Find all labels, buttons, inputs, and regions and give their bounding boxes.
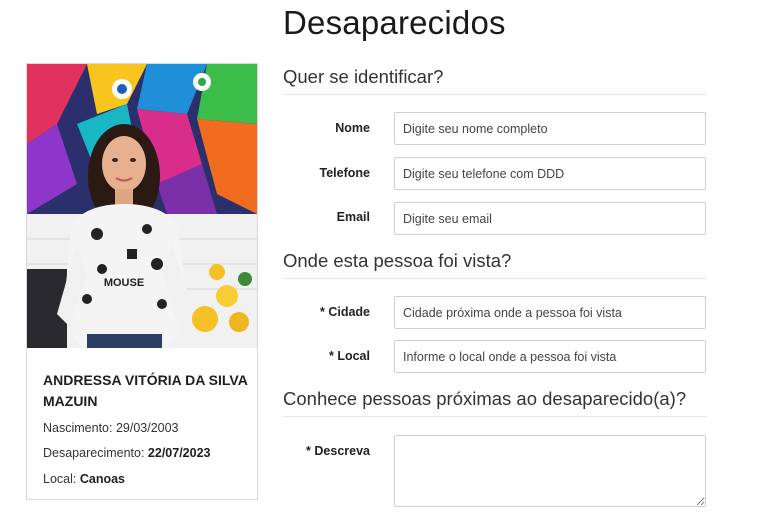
- section-identify-title: Quer se identificar?: [283, 66, 707, 95]
- cidade-input[interactable]: [394, 296, 706, 329]
- nome-input[interactable]: [394, 112, 706, 145]
- birth-label: Nascimento:: [43, 421, 116, 435]
- descreva-label: * Descreva: [306, 444, 370, 458]
- person-photo: MOUSE: [27, 64, 257, 348]
- email-input[interactable]: [394, 202, 706, 235]
- missing-person-card: MOUSE ANDRESSA VITÓRIA DA SILVA MAZUIN N…: [26, 63, 258, 500]
- descreva-textarea[interactable]: [394, 435, 706, 507]
- section-seen-title: Onde esta pessoa foi vista?: [283, 250, 707, 279]
- telefone-label: Telefone: [319, 166, 370, 180]
- local-label: Local:: [43, 472, 80, 486]
- sweater-print: MOUSE: [104, 277, 144, 289]
- missing-value: 22/07/2023: [147, 446, 211, 460]
- email-label: Email: [336, 210, 370, 224]
- local-value: Canoas: [79, 472, 125, 486]
- local-input[interactable]: [394, 340, 706, 373]
- birth-value: 29/03/2003: [115, 421, 179, 435]
- page-title: Desaparecidos: [283, 4, 506, 41]
- cidade-label: * Cidade: [319, 305, 370, 319]
- person-name: ANDRESSA VITÓRIA DA SILVA MAZUIN: [43, 372, 248, 409]
- missing-location: Local: Canoas: [43, 472, 125, 486]
- nome-label: Nome: [335, 121, 370, 135]
- missing-label: Desaparecimento:: [43, 446, 148, 460]
- birth-date: Nascimento: 29/03/2003: [43, 421, 179, 435]
- local-field-label: * Local: [329, 349, 370, 363]
- telefone-input[interactable]: [394, 157, 706, 190]
- section-known-title: Conhece pessoas próximas ao desaparecido…: [283, 388, 707, 417]
- missing-date: Desaparecimento: 22/07/2023: [43, 446, 210, 460]
